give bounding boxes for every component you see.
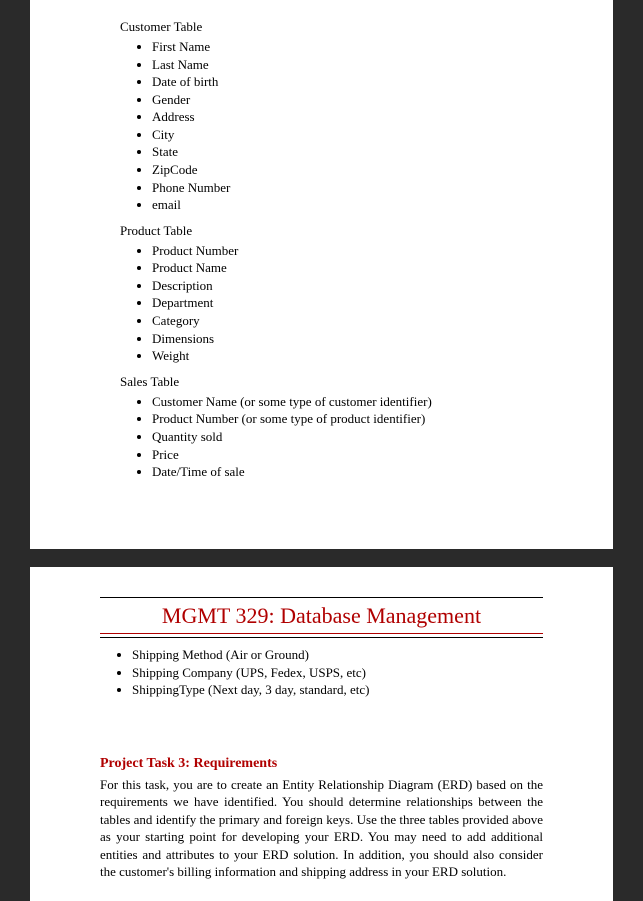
document-page-2: MGMT 329: Database Management Shipping M… [30, 567, 613, 901]
list-item: Dimensions [152, 330, 523, 348]
list-item: Customer Name (or some type of customer … [152, 393, 523, 411]
list-item: Description [152, 277, 523, 295]
list-item: Product Number (or some type of product … [152, 410, 523, 428]
page-divider [0, 549, 643, 567]
list-item: Shipping Company (UPS, Fedex, USPS, etc) [132, 664, 543, 682]
list-item: Gender [152, 91, 523, 109]
page-header-inner: MGMT 329: Database Management [100, 601, 543, 635]
list-item: Quantity sold [152, 428, 523, 446]
customer-table-title: Customer Table [120, 18, 523, 36]
list-item: ZipCode [152, 161, 523, 179]
customer-table-list: First Name Last Name Date of birth Gende… [120, 38, 523, 213]
list-item: Date of birth [152, 73, 523, 91]
list-item: Phone Number [152, 179, 523, 197]
list-item: Department [152, 294, 523, 312]
sales-table-section: Sales Table Customer Name (or some type … [120, 373, 523, 481]
customer-table-section: Customer Table First Name Last Name Date… [120, 18, 523, 214]
list-item: Price [152, 446, 523, 464]
project-task-title: Project Task 3: Requirements [100, 754, 543, 774]
list-item: City [152, 126, 523, 144]
product-table-section: Product Table Product Number Product Nam… [120, 222, 523, 365]
course-title: MGMT 329: Database Management [100, 601, 543, 632]
list-item: Product Number [152, 242, 523, 260]
list-item: Category [152, 312, 523, 330]
sales-table-list: Customer Name (or some type of customer … [120, 393, 523, 481]
list-item: First Name [152, 38, 523, 56]
list-item: Last Name [152, 56, 523, 74]
document-page-1: Customer Table First Name Last Name Date… [30, 0, 613, 549]
continued-list: Shipping Method (Air or Ground) Shipping… [100, 646, 543, 699]
list-item: Address [152, 108, 523, 126]
list-item: Product Name [152, 259, 523, 277]
list-item: ShippingType (Next day, 3 day, standard,… [132, 681, 543, 699]
list-item: Weight [152, 347, 523, 365]
page-header-block: MGMT 329: Database Management [100, 597, 543, 639]
sales-table-title: Sales Table [120, 373, 523, 391]
product-table-title: Product Table [120, 222, 523, 240]
list-item: Shipping Method (Air or Ground) [132, 646, 543, 664]
project-task-body: For this task, you are to create an Enti… [100, 776, 543, 881]
list-item: State [152, 143, 523, 161]
product-table-list: Product Number Product Name Description … [120, 242, 523, 365]
list-item: Date/Time of sale [152, 463, 523, 481]
list-item: email [152, 196, 523, 214]
